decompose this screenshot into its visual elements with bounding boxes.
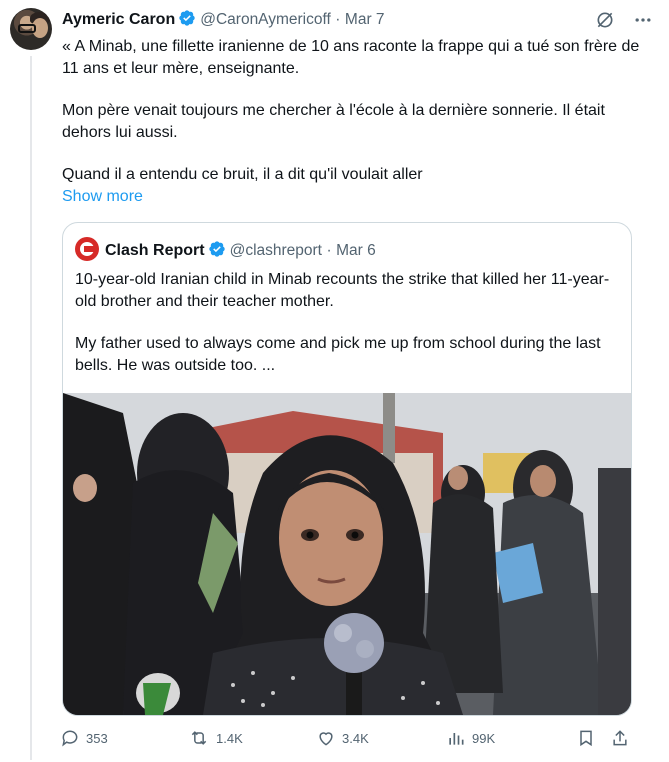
separator: · — [326, 242, 332, 259]
quote-media-image[interactable] — [63, 393, 631, 715]
like-count: 3.4K — [342, 730, 369, 746]
like-button[interactable]: 3.4K — [316, 728, 369, 748]
share-button[interactable] — [610, 728, 630, 748]
verified-badge-icon — [178, 9, 196, 33]
author-name[interactable]: Aymeric Caron — [62, 11, 175, 28]
quote-date[interactable]: Mar 6 — [336, 242, 376, 259]
quote-author-handle[interactable]: @clashreport — [230, 242, 322, 259]
reply-icon — [60, 728, 80, 748]
repost-button[interactable]: 1.4K — [188, 728, 243, 748]
tweet-paragraph-1: « A Minab, une fillette iranienne de 10 … — [62, 38, 640, 77]
tweet-paragraph-2: Mon père venait toujours me chercher à l… — [62, 102, 605, 141]
tweet-header: Aymeric Caron @CaronAymericoff · Mar 7 — [62, 9, 385, 33]
grok-icon[interactable] — [595, 10, 615, 30]
author-avatar[interactable] — [10, 8, 52, 50]
action-bar: 353 1.4K 3.4K 99K — [60, 728, 640, 752]
author-handle[interactable]: @CaronAymericoff — [200, 11, 331, 28]
post-date[interactable]: Mar 7 — [345, 11, 385, 28]
views-count: 99K — [472, 730, 496, 746]
quote-author-name[interactable]: Clash Report — [105, 242, 205, 259]
clash-report-avatar[interactable] — [75, 237, 99, 261]
top-icons — [595, 10, 653, 30]
quote-paragraph-2: My father used to always come and pick m… — [75, 335, 601, 374]
bookmark-icon — [576, 728, 596, 748]
separator: · — [335, 11, 341, 28]
quote-header: Clash Report @clashreport · Mar 6 — [75, 237, 376, 265]
like-icon — [316, 728, 336, 748]
bookmark-button[interactable] — [576, 728, 596, 748]
repost-icon — [188, 728, 210, 748]
share-icon — [610, 728, 630, 748]
repost-count: 1.4K — [216, 730, 243, 746]
thread-line — [30, 56, 32, 760]
tweet-paragraph-3: Quand il a entendu ce bruit, il a dit qu… — [62, 166, 423, 183]
views-button[interactable]: 99K — [446, 728, 495, 748]
tweet[interactable]: Aymeric Caron @CaronAymericoff · Mar 7 « … — [0, 0, 669, 762]
tweet-text: « A Minab, une fillette iranienne de 10 … — [62, 36, 642, 206]
reply-button[interactable]: 353 — [60, 728, 108, 748]
views-icon — [446, 728, 466, 748]
quoted-tweet[interactable]: Clash Report @clashreport · Mar 6 10-year… — [62, 222, 632, 716]
show-more-link[interactable]: Show more — [62, 188, 143, 206]
more-icon[interactable] — [633, 10, 653, 30]
reply-count: 353 — [86, 730, 108, 746]
quote-text: 10-year-old Iranian child in Minab recou… — [75, 269, 615, 397]
verified-badge-icon — [208, 240, 226, 265]
quote-paragraph-1: 10-year-old Iranian child in Minab recou… — [75, 271, 610, 310]
